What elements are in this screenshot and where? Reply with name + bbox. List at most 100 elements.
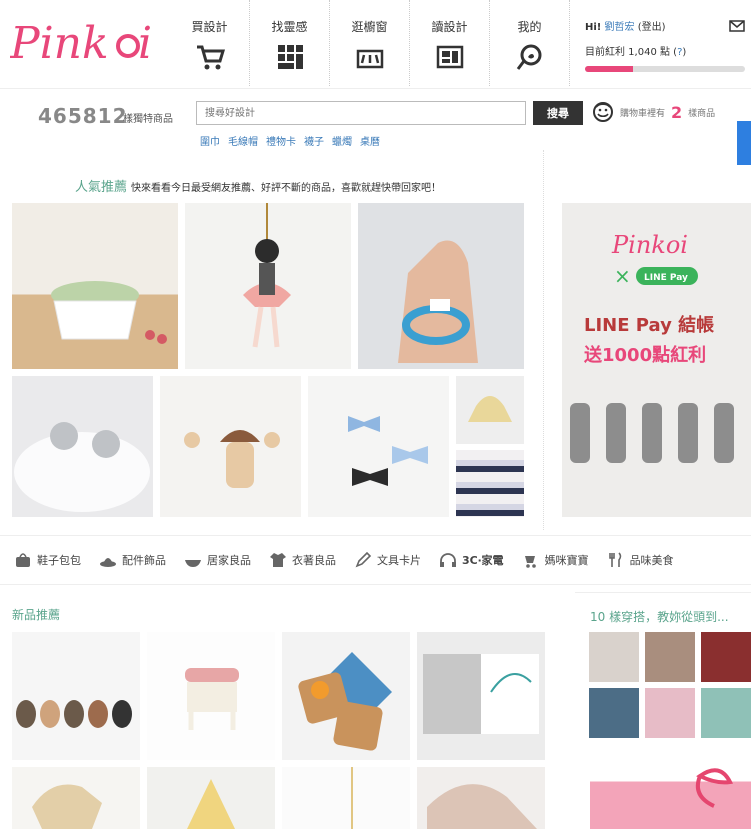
magazine-icon (436, 45, 463, 69)
nav-inspiration[interactable]: 找靈感 (250, 0, 330, 86)
nav-my[interactable]: 我的 (490, 0, 570, 86)
category-label: 品味美食 (629, 554, 674, 567)
popular-title: 人氣推薦 (75, 180, 128, 195)
product-image-tape[interactable] (456, 450, 524, 517)
grid-icon (277, 45, 303, 69)
cutlery-icon (608, 552, 621, 567)
category-food[interactable]: 品味美食 (607, 552, 674, 568)
side-divider (575, 592, 751, 594)
category-clothing[interactable]: 衣著良品 (269, 552, 336, 568)
outfit-thumb[interactable] (645, 632, 695, 682)
product-count: 465812 (38, 104, 128, 128)
product-image-pouch[interactable] (147, 767, 275, 829)
nav-label: 我的 (517, 20, 542, 34)
search-button[interactable]: 搜尋 (533, 101, 583, 125)
nav-buy-design[interactable]: 買設計 (170, 0, 250, 86)
search-tag[interactable]: 禮物卡 (266, 133, 296, 148)
category-label: 居家良品 (207, 554, 251, 567)
product-image-ring[interactable] (358, 203, 524, 369)
user-box: Hi! 劉哲宏 (登出) 目前紅利 1,040 點 (?) (585, 18, 751, 72)
banner-linepay: LINE Pay (644, 273, 688, 283)
cart-label: 購物車裡有 (620, 108, 666, 119)
user-name-link[interactable]: 劉哲宏 (605, 22, 635, 33)
banner-line2: 送1000點紅利 (583, 344, 706, 366)
cart-count: 2 (671, 102, 683, 122)
category-bar: 鞋子包包 配件飾品 居家良品 衣著良品 文具卡片 3C‧家電 媽咪寶寶 品味美食 (0, 535, 751, 585)
pen-icon (355, 552, 372, 568)
bag-icon (16, 553, 30, 567)
search-tags: 圍巾 毛線帽 禮物卡 襪子 蠟燭 桌曆 (200, 133, 380, 148)
search-tag[interactable]: 圍巾 (200, 133, 220, 148)
search-tag[interactable]: 蠟燭 (332, 133, 352, 148)
linepay-banner[interactable]: Pinkoi × LINE Pay LINE Pay 結帳 送1000點紅利 (562, 203, 751, 517)
category-stationery[interactable]: 文具卡片 (354, 552, 421, 568)
logout-link[interactable]: (登出) (638, 22, 666, 33)
nav-label: 讀設計 (431, 20, 468, 34)
side-feature-title[interactable]: 10 樣穿搭，教妳從頭到... (590, 608, 729, 625)
popular-heading: 人氣推薦 快來看看今日最受網友推薦、好評不斷的商品，喜歡就趕快帶回家吧！ (75, 176, 441, 195)
outfit-thumb[interactable] (701, 688, 751, 738)
points-progress (585, 66, 745, 72)
mail-icon[interactable] (729, 19, 745, 32)
search-tag[interactable]: 襪子 (304, 133, 324, 148)
banner-logo: Pinkoi (611, 231, 688, 259)
product-image-wooden-horse[interactable] (12, 767, 140, 829)
cart-summary[interactable]: 購物車裡有 2 樣商品 (592, 101, 715, 123)
search-input[interactable] (196, 101, 526, 125)
search-tag[interactable]: 桌曆 (360, 133, 380, 148)
outfit-thumb[interactable] (589, 632, 639, 682)
product-image-toast[interactable] (282, 632, 410, 760)
promo-gift-banner[interactable] (590, 766, 751, 829)
shirt-icon (270, 553, 286, 567)
product-image-dolls[interactable] (12, 632, 140, 760)
category-label: 媽咪寶寶 (544, 554, 589, 567)
storefront-icon (356, 49, 383, 69)
greeting: Hi! (585, 22, 602, 33)
category-accessories[interactable]: 配件飾品 (99, 552, 166, 568)
nav-read-design[interactable]: 讀設計 (410, 0, 490, 86)
product-image-ballerina[interactable] (185, 203, 351, 369)
product-image-hand[interactable] (417, 767, 545, 829)
svg-text:Pink: Pink (10, 18, 109, 69)
product-image-notebook[interactable] (417, 632, 545, 760)
category-bags[interactable]: 鞋子包包 (14, 552, 81, 568)
cart-suffix: 樣商品 (688, 108, 716, 119)
bowl-icon (185, 560, 201, 567)
points-progress-fill (585, 66, 633, 72)
new-items-title: 新品推薦 (12, 608, 61, 622)
product-image-hat[interactable] (456, 376, 524, 444)
content-divider (543, 150, 545, 530)
product-count-label: 樣獨特商品 (123, 114, 173, 125)
product-image-mushrooms[interactable] (160, 376, 301, 517)
category-home[interactable]: 居家良品 (184, 552, 251, 568)
profile-pin-icon (516, 44, 541, 70)
nav-label: 買設計 (191, 20, 228, 34)
nav-window-shopping[interactable]: 逛櫥窗 (330, 0, 410, 86)
headphones-icon (440, 553, 456, 567)
outfit-thumb[interactable] (701, 632, 751, 682)
banner-x: × (614, 264, 631, 288)
pinkoi-logo[interactable]: Pink i (10, 14, 160, 72)
top-nav: 買設計 找靈感 逛櫥窗 讀設計 我的 (170, 0, 570, 86)
category-3c[interactable]: 3C‧家電 (439, 552, 504, 568)
category-label: 鞋子包包 (37, 554, 81, 567)
smiley-icon (593, 102, 613, 122)
search-tag[interactable]: 毛線帽 (228, 133, 258, 148)
hat-icon (100, 558, 116, 567)
category-label: 配件飾品 (122, 554, 166, 567)
category-label: 文具卡片 (377, 554, 421, 567)
product-image-necklace[interactable] (282, 767, 410, 829)
product-image-soap[interactable] (12, 203, 178, 369)
product-image-bowties[interactable] (308, 376, 449, 517)
nav-label: 找靈感 (271, 20, 308, 34)
product-image-stool[interactable] (147, 632, 275, 760)
points-label: 目前紅利 1,040 點 ( (585, 47, 678, 58)
outfit-thumb[interactable] (589, 688, 639, 738)
product-image-earrings[interactable] (12, 376, 153, 517)
category-label: 3C‧家電 (462, 554, 504, 567)
outfit-thumb[interactable] (645, 688, 695, 738)
category-baby[interactable]: 媽咪寶寶 (522, 552, 589, 568)
side-feedback-tab[interactable] (737, 121, 751, 165)
nav-label: 逛櫥窗 (351, 20, 388, 34)
svg-text:i: i (138, 18, 152, 69)
